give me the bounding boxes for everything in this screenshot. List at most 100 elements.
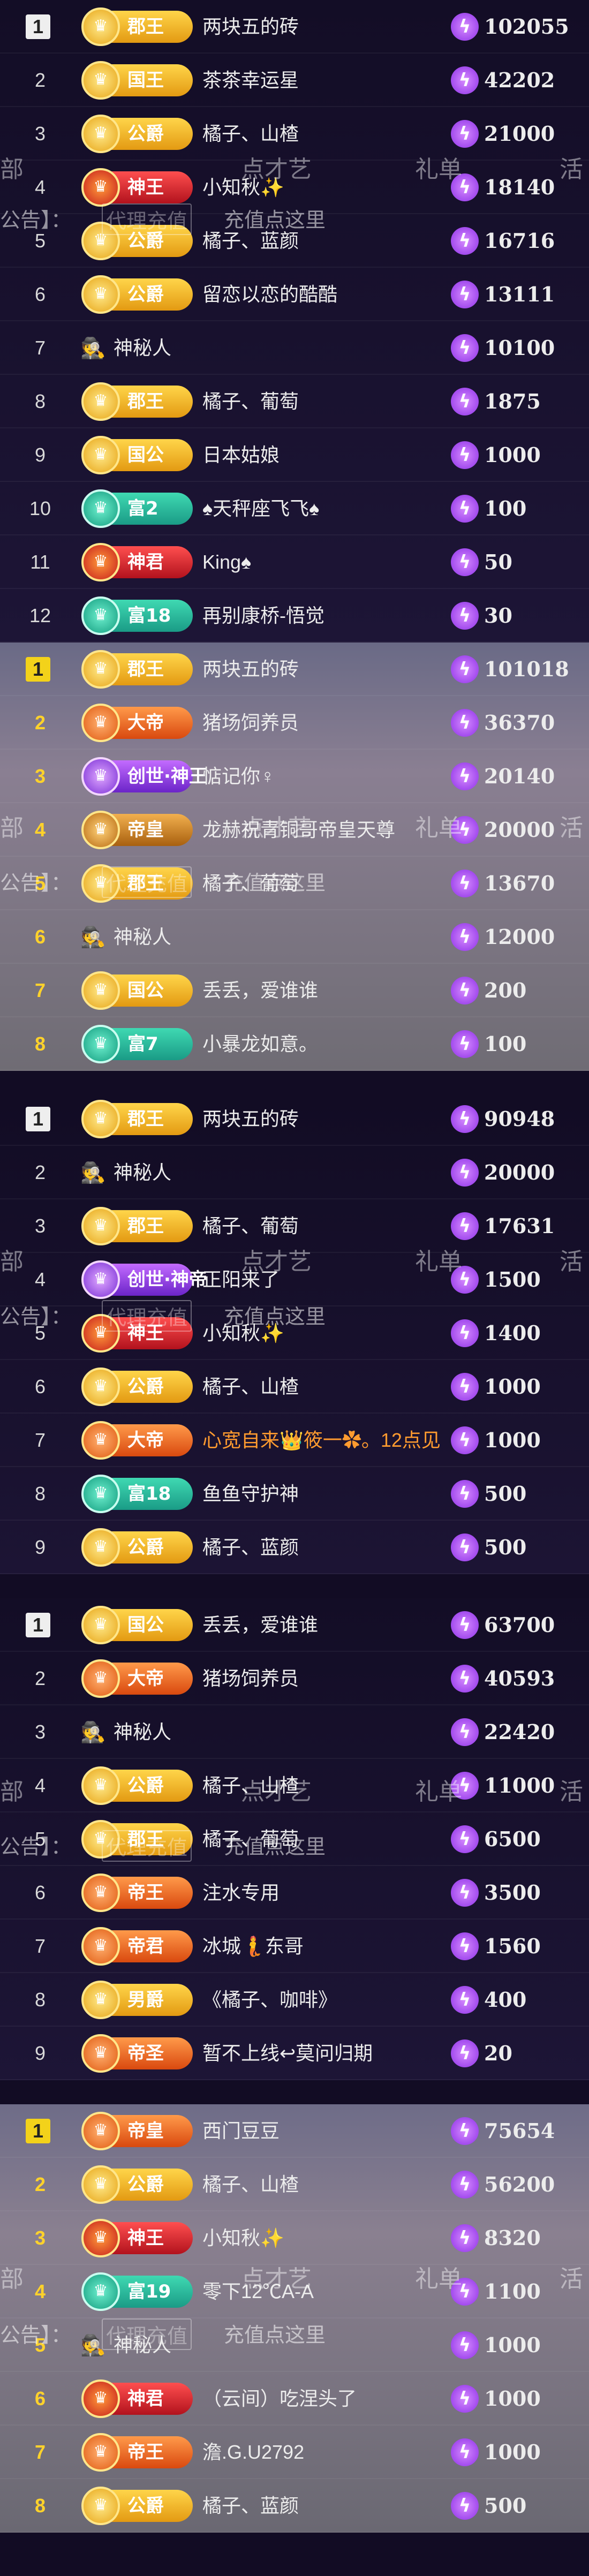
user-name[interactable]: 正阳来了 xyxy=(202,1266,449,1293)
user-name[interactable]: 惦记你♀ xyxy=(202,763,449,790)
leaderboard-row[interactable]: 2 🕵 神秘人 ϟ 20000 xyxy=(0,1146,589,1199)
badge-title: 郡王 xyxy=(127,873,164,894)
user-name[interactable]: 橘子、山楂 xyxy=(202,2171,449,2198)
leaderboard-row[interactable]: 5 🕵 神秘人 ϟ 1000 xyxy=(0,2318,589,2372)
lightning-coin-icon: ϟ xyxy=(451,388,479,416)
leaderboard-row[interactable]: 3 ♛ 公爵 橘子、山楂 ϟ 21000 xyxy=(0,107,589,161)
user-name[interactable]: 留恋以恋的酷酷 xyxy=(202,281,449,308)
user-name[interactable]: 龙赫祝青铜哥帝皇天尊 xyxy=(202,817,449,843)
leaderboard-row[interactable]: 4 ♛ 帝皇 龙赫祝青铜哥帝皇天尊 ϟ 20000 xyxy=(0,803,589,857)
user-name[interactable]: 澹.G.U2792 xyxy=(202,2439,449,2466)
crown-emblem-icon: ♛ xyxy=(81,1606,120,1644)
leaderboard-row[interactable]: 1 ♛ 郡王 两块五的砖 ϟ 90948 xyxy=(0,1092,589,1146)
leaderboard-row[interactable]: 2 ♛ 国王 茶茶幸运星 ϟ 42202 xyxy=(0,54,589,107)
leaderboard-row[interactable]: 3 ♛ 创世·神王 惦记你♀ ϟ 20140 xyxy=(0,750,589,803)
leaderboard-row[interactable]: 7 🕵 神秘人 ϟ 10100 xyxy=(0,321,589,375)
leaderboard-row[interactable]: 6 ♛ 帝王 注水专用 ϟ 3500 xyxy=(0,1866,589,1920)
user-name[interactable]: 猪场饲养员 xyxy=(202,1665,449,1692)
leaderboard-row[interactable]: 5 ♛ 郡王 橘子、葡萄 ϟ 13670 xyxy=(0,857,589,910)
leaderboard-row[interactable]: 6 ♛ 公爵 橘子、山楂 ϟ 1000 xyxy=(0,1360,589,1414)
leaderboard-row[interactable]: 4 ♛ 神王 小知秋✨ ϟ 18140 xyxy=(0,161,589,214)
user-name[interactable]: 暂不上线↩莫问归期 xyxy=(202,2040,449,2067)
leaderboard-row[interactable]: 4 ♛ 公爵 橘子、山楂 ϟ 11000 xyxy=(0,1759,589,1812)
user-name[interactable]: 神秘人 xyxy=(114,335,360,361)
user-name[interactable]: 丢丢，爱谁谁 xyxy=(202,977,449,1004)
leaderboard-row[interactable]: 3 ♛ 郡王 橘子、葡萄 ϟ 17631 xyxy=(0,1199,589,1253)
user-name[interactable]: 神秘人 xyxy=(114,924,360,950)
user-name[interactable]: 橘子、蓝颜 xyxy=(202,1534,449,1561)
leaderboard-row[interactable]: 1 ♛ 郡王 两块五的砖 ϟ 101018 xyxy=(0,643,589,696)
leaderboard-row[interactable]: 3 ♛ 神王 小知秋✨ ϟ 8320 xyxy=(0,2211,589,2265)
leaderboard-row[interactable]: 8 ♛ 公爵 橘子、蓝颜 ϟ 500 xyxy=(0,2479,589,2533)
user-name[interactable]: 小知秋✨ xyxy=(202,174,449,201)
leaderboard-row[interactable]: 6 ♛ 公爵 留恋以恋的酷酷 ϟ 13111 xyxy=(0,268,589,321)
user-name[interactable]: 橘子、葡萄 xyxy=(202,1826,449,1853)
leaderboard-row[interactable]: 7 ♛ 大帝 心宽自来👑筱一✿。12点见 ϟ 1000 xyxy=(0,1414,589,1467)
user-name[interactable]: 橘子、蓝颜 xyxy=(202,2492,449,2519)
leaderboard-row[interactable]: 11 ♛ 神君 King♠ ϟ 50 xyxy=(0,535,589,589)
leaderboard-row[interactable]: 4 ♛ 创世·神帝 正阳来了 ϟ 1500 xyxy=(0,1253,589,1306)
leaderboard-row[interactable]: 7 ♛ 国公 丢丢，爱谁谁 ϟ 200 xyxy=(0,964,589,1017)
leaderboard-row[interactable]: 5 ♛ 公爵 橘子、蓝颜 ϟ 16716 xyxy=(0,214,589,268)
leaderboard-row[interactable]: 8 ♛ 富18 鱼鱼守护神 ϟ 500 xyxy=(0,1467,589,1521)
user-name[interactable]: 神秘人 xyxy=(114,1719,360,1746)
leaderboard-row[interactable]: 2 ♛ 大帝 猪场饲养员 ϟ 36370 xyxy=(0,696,589,750)
leaderboard-row[interactable]: 10 ♛ 富2 ♠天秤座飞飞♠ ϟ 100 xyxy=(0,482,589,535)
badge-title: 创世·神帝 xyxy=(127,1269,207,1290)
leaderboard-row[interactable]: 1 ♛ 帝皇 西门豆豆 ϟ 75654 xyxy=(0,2104,589,2158)
user-name[interactable]: 鱼鱼守护神 xyxy=(202,1480,449,1507)
user-name[interactable]: 两块五的砖 xyxy=(202,656,449,683)
user-name[interactable]: 橘子、葡萄 xyxy=(202,1213,449,1240)
user-name[interactable]: ♠天秤座飞飞♠ xyxy=(202,495,449,522)
user-name[interactable]: 橘子、葡萄 xyxy=(202,870,449,897)
leaderboard-row[interactable]: 4 ♛ 富19 零下12℃A-A ϟ 1100 xyxy=(0,2265,589,2318)
rank-number: 5 xyxy=(34,872,46,894)
lightning-coin-icon: ϟ xyxy=(451,1932,479,1960)
user-name[interactable]: 注水专用 xyxy=(202,1879,449,1906)
user-name[interactable]: 零下12℃A-A xyxy=(202,2278,449,2305)
user-name[interactable]: 小知秋✨ xyxy=(202,2225,449,2252)
user-name[interactable]: 西门豆豆 xyxy=(202,2118,449,2144)
user-name[interactable]: 橘子、山楂 xyxy=(202,1373,449,1400)
leaderboard-row[interactable]: 2 ♛ 大帝 猪场饲养员 ϟ 40593 xyxy=(0,1652,589,1705)
user-name[interactable]: King♠ xyxy=(202,549,449,576)
user-name[interactable]: 橘子、山楂 xyxy=(202,1772,449,1799)
user-name[interactable]: 神秘人 xyxy=(114,2332,360,2359)
user-name[interactable]: 橘子、蓝颜 xyxy=(202,228,449,254)
user-name[interactable]: 再别康桥-悟觉 xyxy=(202,602,449,629)
user-name[interactable]: 日本姑娘 xyxy=(202,442,449,469)
leaderboard-row[interactable]: 1 ♛ 郡王 两块五的砖 ϟ 102055 xyxy=(0,0,589,54)
user-name[interactable]: 神秘人 xyxy=(114,1159,360,1186)
user-name[interactable]: 心宽自来👑筱一✿。12点见 xyxy=(202,1427,449,1454)
user-name[interactable]: 橘子、葡萄 xyxy=(202,388,449,415)
leaderboard-row[interactable]: 12 ♛ 富18 再别康桥-悟觉 ϟ 30 xyxy=(0,589,589,643)
user-name[interactable]: （云间）吃涅头了 xyxy=(202,2385,449,2412)
user-name[interactable]: 两块五的砖 xyxy=(202,1106,449,1132)
leaderboard-row[interactable]: 9 ♛ 帝圣 暂不上线↩莫问归期 ϟ 20 xyxy=(0,2027,589,2080)
leaderboard-row[interactable]: 8 ♛ 郡王 橘子、葡萄 ϟ 1875 xyxy=(0,375,589,428)
user-name[interactable]: 《橘子、咖啡》 xyxy=(202,1986,449,2013)
leaderboard-row[interactable]: 6 🕵 神秘人 ϟ 12000 xyxy=(0,910,589,964)
contribution-value: 1400 xyxy=(484,1321,541,1345)
leaderboard-row[interactable]: 3 🕵 神秘人 ϟ 22420 xyxy=(0,1705,589,1759)
user-name[interactable]: 冰城🧜东哥 xyxy=(202,1933,449,1960)
leaderboard-row[interactable]: 2 ♛ 公爵 橘子、山楂 ϟ 56200 xyxy=(0,2158,589,2211)
user-name[interactable]: 丢丢，爱谁谁 xyxy=(202,1612,449,1638)
leaderboard-row[interactable]: 8 ♛ 男爵 《橘子、咖啡》 ϟ 400 xyxy=(0,1973,589,2027)
user-name[interactable]: 茶茶幸运星 xyxy=(202,67,449,94)
leaderboard-row[interactable]: 1 ♛ 国公 丢丢，爱谁谁 ϟ 63700 xyxy=(0,1598,589,1652)
user-name[interactable]: 小知秋✨ xyxy=(202,1320,449,1347)
user-name[interactable]: 橘子、山楂 xyxy=(202,120,449,147)
leaderboard-row[interactable]: 9 ♛ 公爵 橘子、蓝颜 ϟ 500 xyxy=(0,1521,589,1574)
leaderboard-row[interactable]: 6 ♛ 神君 （云间）吃涅头了 ϟ 1000 xyxy=(0,2372,589,2426)
leaderboard-row[interactable]: 7 ♛ 帝王 澹.G.U2792 ϟ 1000 xyxy=(0,2426,589,2479)
leaderboard-row[interactable]: 7 ♛ 帝君 冰城🧜东哥 ϟ 1560 xyxy=(0,1920,589,1973)
user-name[interactable]: 猪场饲养员 xyxy=(202,709,449,736)
lightning-coin-icon: ϟ xyxy=(451,1825,479,1853)
user-name[interactable]: 两块五的砖 xyxy=(202,13,449,40)
leaderboard-row[interactable]: 5 ♛ 神王 小知秋✨ ϟ 1400 xyxy=(0,1306,589,1360)
leaderboard-row[interactable]: 9 ♛ 国公 日本姑娘 ϟ 1000 xyxy=(0,428,589,482)
leaderboard-row[interactable]: 8 ♛ 富7 小暴龙如意。 ϟ 100 xyxy=(0,1017,589,1071)
leaderboard-row[interactable]: 5 ♛ 郡王 橘子、葡萄 ϟ 6500 xyxy=(0,1812,589,1866)
user-name[interactable]: 小暴龙如意。 xyxy=(202,1031,449,1057)
